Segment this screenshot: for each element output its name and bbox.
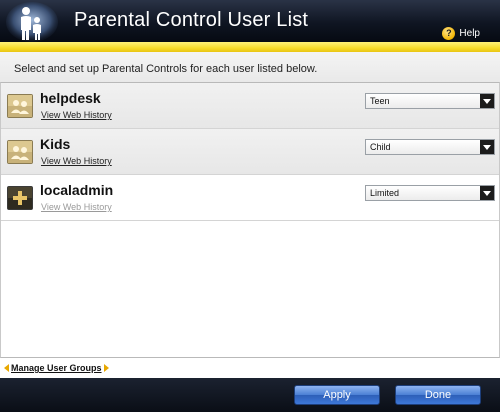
view-web-history-link[interactable]: View Web History	[41, 110, 112, 120]
control-level-dropdown[interactable]: Teen	[365, 93, 495, 109]
add-user-icon	[7, 186, 33, 210]
arrow-left-icon	[4, 364, 9, 372]
page-title: Parental Control User List	[74, 9, 309, 31]
bottom-action-bar: Apply Done	[0, 378, 500, 412]
chevron-down-icon[interactable]	[480, 94, 494, 108]
done-button[interactable]: Done	[395, 385, 481, 405]
user-list: helpdesk View Web History Teen Kids View…	[0, 82, 500, 358]
apply-button[interactable]: Apply	[294, 385, 380, 405]
user-row-helpdesk: helpdesk View Web History Teen	[1, 83, 499, 129]
help-button[interactable]: ? Help	[442, 27, 480, 40]
control-level-value: Limited	[370, 188, 400, 198]
manage-user-groups-label: Manage User Groups	[11, 363, 102, 373]
control-level-dropdown[interactable]: Limited	[365, 185, 495, 201]
manage-user-groups-link[interactable]: Manage User Groups	[4, 363, 109, 373]
parent-child-logo-icon	[6, 2, 58, 42]
control-level-value: Child	[370, 142, 391, 152]
user-row-kids: Kids View Web History Child	[1, 129, 499, 175]
view-web-history-link: View Web History	[41, 202, 112, 212]
view-web-history-link[interactable]: View Web History	[41, 156, 112, 166]
help-label: Help	[459, 28, 480, 39]
user-name: helpdesk	[40, 90, 101, 106]
user-row-localadmin: localadmin View Web History Limited	[1, 175, 499, 221]
instruction-strip: Select and set up Parental Controls for …	[0, 52, 500, 82]
user-name: Kids	[40, 136, 71, 152]
users-group-icon	[7, 140, 33, 164]
header-accent-bar	[0, 42, 500, 52]
arrow-right-icon	[103, 364, 109, 372]
title-bar: Parental Control User List ? Help	[0, 0, 500, 42]
users-group-icon	[7, 94, 33, 118]
user-name: localadmin	[40, 182, 114, 198]
control-level-dropdown[interactable]: Child	[365, 139, 495, 155]
question-circle-icon: ?	[442, 27, 456, 40]
chevron-down-icon[interactable]	[480, 140, 494, 154]
instruction-text: Select and set up Parental Controls for …	[14, 63, 318, 75]
chevron-down-icon[interactable]	[480, 186, 494, 200]
control-level-value: Teen	[370, 96, 390, 106]
